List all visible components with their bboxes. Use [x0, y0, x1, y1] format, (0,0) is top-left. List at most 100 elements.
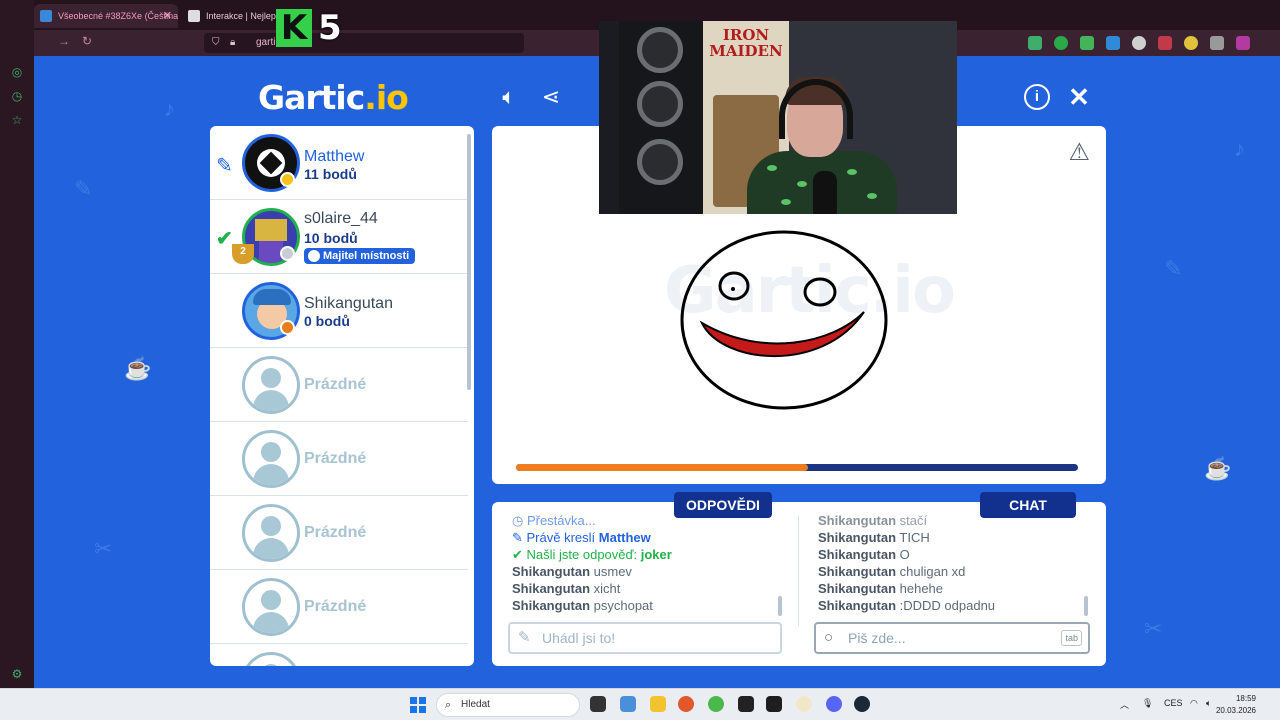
windows-start-icon[interactable]: [410, 697, 426, 713]
player-row[interactable]: Shikangutan 0 bodů: [210, 274, 468, 348]
empty-avatar-icon: [242, 430, 300, 488]
info-icon[interactable]: i: [1024, 84, 1050, 110]
file-explorer-icon[interactable]: [650, 696, 666, 712]
reload-icon[interactable]: ↻: [82, 34, 92, 48]
empty-avatar-icon: [242, 652, 300, 666]
empty-avatar-icon: [242, 356, 300, 414]
davinci-icon[interactable]: [738, 696, 754, 712]
answer-input[interactable]: ✎ Uhádl jsi to!: [508, 622, 782, 654]
players-list: ✎ Matthew 11 bodů ✔ 2 s0laire_44 10 bodů…: [210, 126, 474, 666]
wifi-icon[interactable]: ◠: [1190, 698, 1198, 709]
lock-icon: 🔒︎: [230, 37, 236, 48]
close-icon[interactable]: ✕: [1066, 84, 1092, 110]
pencil-icon: ✎: [216, 155, 233, 177]
chat-input[interactable]: ○ Piš zde... tab: [814, 622, 1090, 654]
tab-gartic[interactable]: Všeobecné #38Z6Xe (Čeština) · ✕: [34, 4, 178, 28]
shield-icon: ⛉: [212, 37, 220, 48]
taskbar-clock[interactable]: 18:59 20.03.2026: [1216, 693, 1256, 717]
answers-scrollbar[interactable]: [778, 596, 782, 616]
pencil-icon: ✎: [512, 530, 527, 545]
steam-icon[interactable]: [854, 696, 870, 712]
webcam-overlay: IRON MAIDEN: [599, 21, 957, 214]
tab-label: Všeobecné #38Z6Xe (Čeština) ·: [58, 11, 178, 21]
extension-icon[interactable]: ◎: [9, 64, 25, 80]
address-bar[interactable]: ⛉ 🔒︎ gartic.io: [204, 33, 524, 53]
status-badge: [280, 172, 295, 187]
check-icon: ✔: [512, 547, 527, 562]
settings-gear-icon[interactable]: ⚙: [9, 666, 25, 682]
extension-translate-icon[interactable]: [1106, 36, 1120, 50]
status-badge: [280, 320, 295, 335]
bookmarks-icon[interactable]: ☆: [9, 112, 25, 128]
extension-green-icon[interactable]: [1054, 36, 1068, 50]
share-icon[interactable]: ⋖: [538, 84, 564, 110]
answers-chat-panel: ◷ Přestávka... ✎ Právě kreslí Matthew ✔ …: [492, 502, 1106, 666]
gartic-logo: Gartic.io: [258, 78, 409, 117]
empty-slot: [210, 644, 468, 666]
list-item: Shikangutan O: [818, 547, 910, 562]
owner-badge-label: Majitel místnosti: [323, 250, 410, 262]
players-scrollbar[interactable]: [467, 134, 471, 390]
volume-icon[interactable]: 🔈︎: [1206, 698, 1211, 709]
chat-list: Shikangutan stačí Shikangutan TICH Shika…: [818, 512, 1088, 614]
extension-home-icon[interactable]: [1080, 36, 1094, 50]
empty-avatar-icon: [242, 504, 300, 562]
player-row[interactable]: ✔ 2 s0laire_44 10 bodů Majitel místnosti: [210, 200, 468, 274]
timer-bar: [516, 464, 1078, 471]
pencil-icon: ✎: [518, 629, 531, 646]
player-name: s0laire_44: [304, 210, 378, 227]
room-owner-badge: Majitel místnosti: [304, 248, 416, 264]
firefox-icon[interactable]: [678, 696, 694, 712]
history-icon[interactable]: ◷: [9, 88, 25, 104]
chat-placeholder: Piš zde...: [848, 630, 906, 646]
player-row[interactable]: ✎ Matthew 11 bodů: [210, 126, 468, 200]
site-favicon-icon: [188, 10, 200, 22]
clock-date: 20.03.2026: [1215, 706, 1256, 715]
widgets-icon[interactable]: [620, 696, 636, 712]
check-icon: ✔: [216, 228, 233, 250]
gartic-favicon-icon: [40, 10, 52, 22]
list-item: ✔ Našli jste odpověď: joker: [512, 547, 672, 562]
tab-interakce[interactable]: Interakce | Nejlep: [182, 4, 282, 28]
terminal-icon[interactable]: [766, 696, 782, 712]
empty-slot: Prázdné: [210, 570, 468, 644]
close-tab-icon[interactable]: ✕: [163, 4, 172, 28]
forward-icon[interactable]: →: [58, 34, 70, 48]
empty-slot: Prázdné: [210, 496, 468, 570]
app-face-icon[interactable]: [796, 696, 812, 712]
player-points: 0 bodů: [304, 313, 350, 329]
counter-logo: K: [276, 9, 312, 47]
language-indicator[interactable]: CES: [1164, 698, 1183, 708]
clock-icon: ◷: [512, 513, 527, 528]
answer-placeholder: Uhádl jsi to!: [542, 630, 616, 646]
extension-purple-icon[interactable]: [1236, 36, 1250, 50]
tray-chevron-icon[interactable]: ︿: [1120, 698, 1129, 711]
app-green-icon[interactable]: [708, 696, 724, 712]
download-icon[interactable]: [1028, 36, 1042, 50]
extension-sun-icon[interactable]: [1184, 36, 1198, 50]
task-view-icon[interactable]: [590, 696, 606, 712]
clock-time: 18:59: [1235, 694, 1256, 703]
chat-scrollbar[interactable]: [1084, 596, 1088, 616]
sound-icon[interactable]: 🔈︎: [496, 84, 522, 110]
list-item: Shikangutan TICH: [818, 530, 930, 545]
counter-value: 5: [318, 8, 342, 48]
tab-chat[interactable]: CHAT: [980, 492, 1076, 518]
taskbar-search[interactable]: ⌕ Hledat: [436, 693, 580, 717]
discord-icon[interactable]: [826, 696, 842, 712]
speaker: [619, 21, 703, 214]
extension-red-icon[interactable]: [1158, 36, 1172, 50]
extensions-row: [1028, 36, 1250, 50]
microphone-icon[interactable]: 🎙︎: [1142, 698, 1153, 709]
report-warning-icon[interactable]: ⚠: [1068, 138, 1090, 167]
list-item: Shikangutan usmev: [512, 564, 632, 579]
extension-bars-icon[interactable]: [1210, 36, 1224, 50]
list-item: Shikangutan xicht: [512, 581, 621, 596]
tab-answers[interactable]: ODPOVĚDI: [674, 492, 772, 518]
extension-bulb-icon[interactable]: [1132, 36, 1146, 50]
empty-slot-label: Prázdné: [304, 524, 367, 541]
list-item: ✎ Právě kreslí Matthew: [512, 530, 651, 545]
browser-sidebar: ◎ ◷ ☆ ⚙: [0, 0, 34, 688]
logo-main: Gartic: [258, 78, 365, 117]
empty-slot: Prázdné: [210, 422, 468, 496]
